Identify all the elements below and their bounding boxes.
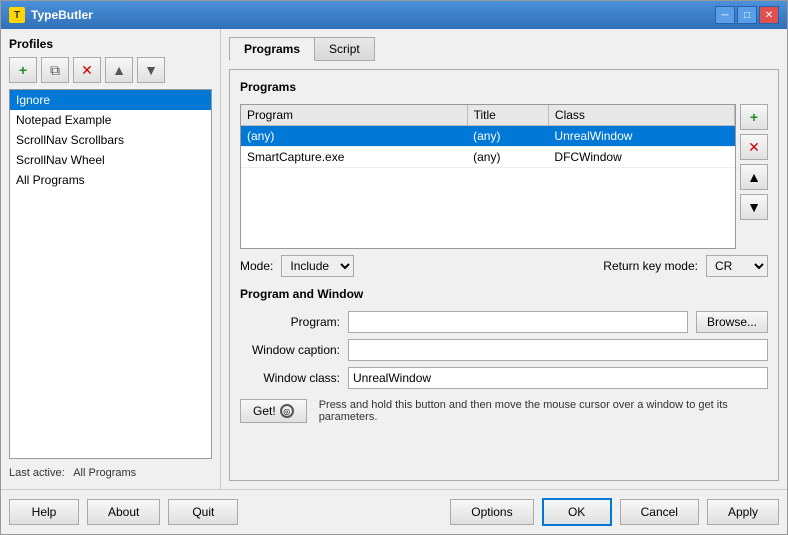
profile-item-all-programs[interactable]: All Programs	[10, 170, 211, 190]
window-class-label: Window class:	[240, 371, 340, 385]
browse-button[interactable]: Browse...	[696, 311, 768, 333]
cell-class: UnrealWindow	[548, 126, 734, 147]
col-class: Class	[548, 105, 734, 126]
help-button[interactable]: Help	[9, 499, 79, 525]
profiles-toolbar: + ⧉ ✕ ▲ ▼	[9, 57, 212, 83]
get-hint: Press and hold this button and then move…	[319, 399, 768, 423]
table-buttons: + ✕ ▲ ▼	[740, 104, 768, 249]
col-title: Title	[467, 105, 548, 126]
window-caption-label: Window caption:	[240, 343, 340, 357]
target-icon: ◎	[280, 404, 294, 418]
close-button[interactable]: ✕	[759, 6, 779, 24]
delete-icon: ✕	[81, 62, 93, 79]
window-class-input[interactable]	[348, 367, 768, 389]
profile-item-scrollnav-scrollbars[interactable]: ScrollNav Scrollbars	[10, 130, 211, 150]
left-panel: Profiles + ⧉ ✕ ▲ ▼ Ignore	[1, 29, 221, 489]
copy-icon: ⧉	[50, 62, 60, 79]
profiles-header: Profiles	[9, 37, 212, 51]
cell-title: (any)	[467, 126, 548, 147]
app-icon: T	[9, 7, 25, 23]
ok-button[interactable]: OK	[542, 498, 612, 526]
table-header-row: Program Title Class	[241, 105, 735, 126]
last-active-label: Last active:	[9, 467, 65, 479]
right-panel: Programs Script Programs Program Ti	[221, 29, 787, 489]
get-row: Get! ◎ Press and hold this button and th…	[240, 399, 768, 423]
return-key-label: Return key mode:	[603, 259, 698, 273]
programs-table: Program Title Class (any) (any)	[241, 105, 735, 168]
last-active: Last active: All Programs	[9, 465, 212, 481]
move-up-profile-button[interactable]: ▲	[105, 57, 133, 83]
tabs-bar: Programs Script	[229, 37, 779, 61]
arrow-down-icon: ▼	[144, 62, 158, 78]
options-button[interactable]: Options	[450, 499, 533, 525]
delete-profile-button[interactable]: ✕	[73, 57, 101, 83]
get-button[interactable]: Get! ◎	[240, 399, 307, 423]
title-bar: T TypeButler ─ □ ✕	[1, 1, 787, 29]
arrow-up-icon: ▲	[112, 62, 126, 78]
mode-select[interactable]: Include Exclude	[281, 255, 354, 277]
cell-class: DFCWindow	[548, 147, 734, 168]
tab-script[interactable]: Script	[314, 37, 375, 61]
plus-icon: +	[19, 62, 27, 78]
window-title: TypeButler	[31, 8, 93, 22]
window-class-row: Window class:	[240, 367, 768, 389]
tab-content: Programs Program Title Class	[229, 69, 779, 481]
move-down-profile-button[interactable]: ▼	[137, 57, 165, 83]
title-bar-controls: ─ □ ✕	[715, 6, 779, 24]
program-row: Program: Browse...	[240, 311, 768, 333]
tab-programs[interactable]: Programs	[229, 37, 315, 61]
move-down-program-button[interactable]: ▼	[740, 194, 768, 220]
programs-table-area: Program Title Class (any) (any)	[240, 104, 768, 249]
program-window-section: Program and Window Program: Browse... Wi…	[240, 287, 768, 423]
move-up-program-button[interactable]: ▲	[740, 164, 768, 190]
programs-section-title: Programs	[240, 80, 768, 94]
bottom-bar: Help About Quit Options OK Cancel Apply	[1, 489, 787, 534]
delete-program-button[interactable]: ✕	[740, 134, 768, 160]
profile-item-notepad[interactable]: Notepad Example	[10, 110, 211, 130]
profile-item-ignore[interactable]: Ignore	[10, 90, 211, 110]
programs-table-wrapper: Program Title Class (any) (any)	[240, 104, 736, 249]
col-program: Program	[241, 105, 467, 126]
apply-button[interactable]: Apply	[707, 499, 779, 525]
main-content: Profiles + ⧉ ✕ ▲ ▼ Ignore	[1, 29, 787, 489]
title-bar-left: T TypeButler	[9, 7, 93, 23]
table-row[interactable]: SmartCapture.exe (any) DFCWindow	[241, 147, 735, 168]
last-active-value: All Programs	[73, 467, 136, 479]
cancel-button[interactable]: Cancel	[620, 499, 699, 525]
programs-section: Programs Program Title Class	[240, 80, 768, 277]
copy-profile-button[interactable]: ⧉	[41, 57, 69, 83]
return-key-section: Return key mode: CR LF CRLF	[603, 255, 768, 277]
return-key-select[interactable]: CR LF CRLF	[706, 255, 768, 277]
program-label: Program:	[240, 315, 340, 329]
add-program-button[interactable]: +	[740, 104, 768, 130]
profile-item-scrollnav-wheel[interactable]: ScrollNav Wheel	[10, 150, 211, 170]
maximize-button[interactable]: □	[737, 6, 757, 24]
table-row[interactable]: (any) (any) UnrealWindow	[241, 126, 735, 147]
window-caption-input[interactable]	[348, 339, 768, 361]
main-window: T TypeButler ─ □ ✕ Profiles + ⧉ ✕	[0, 0, 788, 535]
mode-row: Mode: Include Exclude Return key mode: C…	[240, 255, 768, 277]
cell-title: (any)	[467, 147, 548, 168]
minimize-button[interactable]: ─	[715, 6, 735, 24]
mode-label: Mode:	[240, 259, 273, 273]
program-input[interactable]	[348, 311, 688, 333]
program-window-section-title: Program and Window	[240, 287, 768, 301]
add-profile-button[interactable]: +	[9, 57, 37, 83]
get-button-label: Get!	[253, 404, 276, 418]
about-button[interactable]: About	[87, 499, 160, 525]
cell-program: (any)	[241, 126, 467, 147]
profiles-list: Ignore Notepad Example ScrollNav Scrollb…	[9, 89, 212, 459]
cell-program: SmartCapture.exe	[241, 147, 467, 168]
window-caption-row: Window caption:	[240, 339, 768, 361]
quit-button[interactable]: Quit	[168, 499, 238, 525]
